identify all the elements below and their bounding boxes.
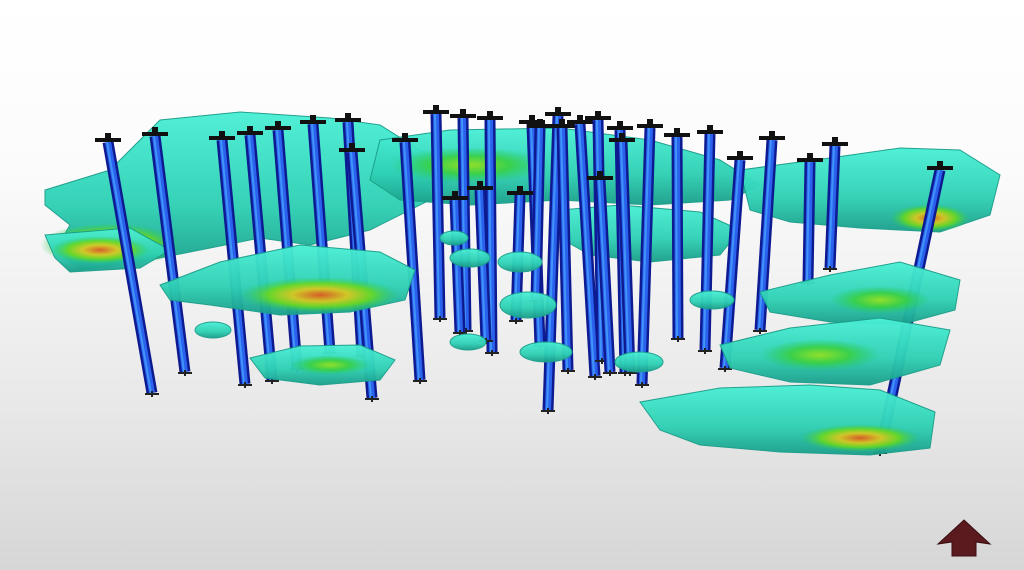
ore-surface bbox=[719, 317, 951, 386]
up-arrow-icon[interactable] bbox=[934, 518, 994, 558]
ore-surface bbox=[689, 290, 735, 310]
ore-surface bbox=[739, 147, 1001, 233]
ore-surface bbox=[449, 333, 487, 351]
ore-surface bbox=[497, 251, 543, 273]
ore-surface bbox=[439, 230, 469, 246]
ore-surface bbox=[449, 248, 491, 268]
ore-surface bbox=[614, 351, 664, 373]
ore-surface bbox=[159, 244, 416, 316]
ore-surface bbox=[499, 291, 557, 319]
geology-3d-scene[interactable] bbox=[0, 0, 1024, 570]
3d-viewport[interactable] bbox=[0, 0, 1024, 570]
ore-surface bbox=[194, 321, 232, 339]
ore-surface bbox=[639, 384, 936, 456]
ore-surface bbox=[759, 261, 961, 326]
ore-surface bbox=[519, 341, 573, 363]
